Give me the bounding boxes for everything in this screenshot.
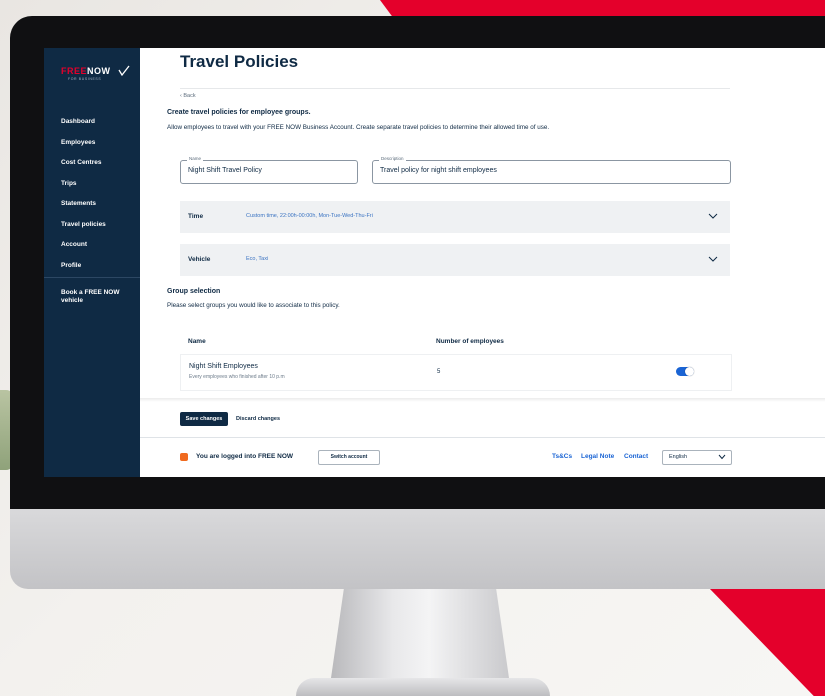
footer-divider	[140, 437, 825, 438]
time-value: Custom time, 22:00h-00:00h, Mon-Tue-Wed-…	[246, 213, 373, 219]
logo-now-text: NOW	[87, 66, 111, 76]
book-vehicle-link[interactable]: Book a FREE NOW vehicle	[61, 289, 125, 305]
name-field[interactable]: Name Night Shift Travel Policy	[180, 156, 358, 184]
switch-account-button[interactable]: Switch account	[318, 450, 380, 465]
page-title: Travel Policies	[180, 52, 299, 71]
vehicle-label: Vehicle	[188, 256, 211, 263]
language-value: English	[669, 454, 688, 460]
table-row: Night Shift Employees Every employees wh…	[180, 354, 732, 391]
column-header-name: Name	[188, 338, 206, 345]
app-screen: FREENOW FOR BUSINESS Dashboard Employees…	[44, 48, 825, 477]
column-header-employees: Number of employees	[436, 338, 504, 345]
sidebar: FREENOW FOR BUSINESS Dashboard Employees…	[44, 48, 140, 477]
toggle-knob	[685, 367, 694, 376]
legal-note-link[interactable]: Legal Note	[581, 453, 614, 460]
sidebar-nav: Dashboard Employees Cost Centres Trips S…	[61, 117, 106, 281]
group-toggle[interactable]	[676, 367, 694, 376]
intro-heading: Create travel policies for employee grou…	[167, 109, 311, 116]
sidebar-item-account[interactable]: Account	[61, 240, 106, 261]
sidebar-item-dashboard[interactable]: Dashboard	[61, 117, 106, 138]
terms-link[interactable]: Ts&Cs	[552, 453, 572, 460]
sidebar-item-trips[interactable]: Trips	[61, 179, 106, 200]
sidebar-divider	[44, 277, 140, 278]
group-description: Every employees who finished after 10 p.…	[189, 374, 285, 380]
name-field-value: Night Shift Travel Policy	[188, 167, 262, 174]
description-field-label: Description	[379, 156, 406, 161]
description-field-value: Travel policy for night shift employees	[380, 167, 497, 174]
chevron-down-icon	[708, 256, 718, 262]
action-bar-shadow	[140, 398, 825, 402]
sidebar-item-statements[interactable]: Statements	[61, 199, 106, 220]
sidebar-item-travel-policies[interactable]: Travel policies	[61, 220, 106, 241]
discard-button[interactable]: Discard changes	[236, 412, 280, 426]
sidebar-item-employees[interactable]: Employees	[61, 138, 106, 159]
monitor-stand-neck	[330, 585, 510, 685]
group-name: Night Shift Employees	[189, 363, 258, 370]
vehicle-value: Eco, Taxi	[246, 256, 269, 262]
logo-free-text: FREE	[61, 66, 88, 76]
sidebar-item-cost-centres[interactable]: Cost Centres	[61, 158, 106, 179]
account-status-icon	[180, 453, 188, 461]
intro-text: Allow employees to travel with your FREE…	[167, 124, 550, 131]
description-field[interactable]: Description Travel policy for night shif…	[372, 156, 731, 184]
monitor-chin	[10, 509, 825, 589]
language-select[interactable]: English	[662, 450, 732, 465]
free-now-logo[interactable]: FREENOW FOR BUSINESS	[61, 65, 130, 81]
group-selection-text: Please select groups you would like to a…	[167, 302, 340, 309]
monitor-stand-foot	[296, 678, 550, 696]
logo-subtitle: FOR BUSINESS	[68, 77, 102, 81]
contact-link[interactable]: Contact	[624, 453, 648, 460]
main-content: Travel Policies ‹ Back Create travel pol…	[140, 48, 825, 477]
save-button[interactable]: Save changes	[180, 412, 228, 426]
chevron-down-icon	[718, 454, 726, 460]
title-divider	[180, 88, 730, 89]
time-accordion[interactable]: Time Custom time, 22:00h-00:00h, Mon-Tue…	[180, 201, 730, 233]
chevron-down-icon	[708, 213, 718, 219]
background-red-shape-bottom	[701, 580, 825, 696]
logo-check-icon	[118, 65, 130, 76]
time-label: Time	[188, 213, 204, 220]
group-selection-heading: Group selection	[167, 288, 221, 295]
back-link[interactable]: ‹ Back	[180, 93, 196, 99]
name-field-label: Name	[187, 156, 204, 161]
logged-in-text: You are logged into FREE NOW	[196, 453, 294, 460]
vehicle-accordion[interactable]: Vehicle Eco, Taxi	[180, 244, 730, 276]
group-employee-count: 5	[437, 369, 441, 375]
